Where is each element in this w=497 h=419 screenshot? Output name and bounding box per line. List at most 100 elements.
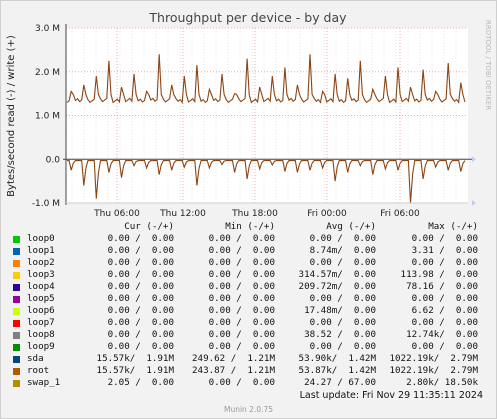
legend-swatch xyxy=(13,248,20,255)
x-tick-label: Fri 06:00 xyxy=(380,209,420,219)
legend-cur: 15.57k/ 1.91M xyxy=(96,365,174,376)
legend-row: loop9 0.00 / 0.00 0.00 / 0.00 0.00 / 0.00 0.… xyxy=(0,341,497,353)
legend-max: 12.74k/ 0.00 xyxy=(406,329,478,340)
legend-avg: 0.00 / 0.00 xyxy=(309,317,376,328)
legend-row: loop5 0.00 / 0.00 0.00 / 0.00 0.00 / 0.00 0.… xyxy=(0,293,497,305)
legend-max: 2.80k/ 18.50k xyxy=(406,377,478,388)
legend-cur: 0.00 / 0.00 xyxy=(107,281,174,292)
legend-max: 1022.19k/ 2.79M xyxy=(389,353,478,364)
legend-row: loop6 0.00 / 0.00 0.00 / 0.00 17.48m/ 0.00 6… xyxy=(0,305,497,317)
legend-header: Cur (-/+) Min (-/+) Avg (-/+) Max (-/+) xyxy=(0,221,497,233)
legend-row: loop1 0.00 / 0.00 0.00 / 0.00 8.74m/ 0.00 3.… xyxy=(0,245,497,257)
legend-row: loop2 0.00 / 0.00 0.00 / 0.00 0.00 / 0.00 0.… xyxy=(0,257,497,269)
legend-min: 0.00 / 0.00 xyxy=(208,257,275,268)
legend-max: 0.00 / 0.00 xyxy=(411,317,478,328)
legend-max: 6.62 / 0.00 xyxy=(411,305,478,316)
legend-min: 0.00 / 0.00 xyxy=(208,305,275,316)
legend-avg: 53.87k/ 1.42M xyxy=(298,365,376,376)
last-update: Last update: Fri Nov 29 11:35:11 2024 xyxy=(299,390,483,401)
legend-max: 0.00 / 0.00 xyxy=(411,257,478,268)
legend-name: loop5 xyxy=(27,293,55,304)
legend-row: loop4 0.00 / 0.00 0.00 / 0.00 209.72m/ 0.00… xyxy=(0,281,497,293)
legend-swatch xyxy=(13,380,20,387)
legend-min: 0.00 / 0.00 xyxy=(208,329,275,340)
y-tick-label: 2.0 M xyxy=(35,68,60,78)
legend-swatch xyxy=(13,236,20,243)
legend-header-cur: Cur (-/+) xyxy=(124,221,174,232)
y-tick-label: -1.0 M xyxy=(32,199,60,209)
legend-name: loop3 xyxy=(27,269,55,280)
legend-min: 0.00 / 0.00 xyxy=(208,341,275,352)
legend-swatch xyxy=(13,272,20,279)
bottom-arrow xyxy=(472,200,476,206)
x-tick-label: Thu 18:00 xyxy=(231,209,278,219)
legend-cur: 0.00 / 0.00 xyxy=(107,317,174,328)
legend-swatch xyxy=(13,284,20,291)
y-tick-label: 1.0 M xyxy=(35,112,60,122)
legend-rows: loop0 0.00 / 0.00 0.00 / 0.00 0.00 / 0.00 0.… xyxy=(0,233,497,389)
legend-avg: 0.00 / 0.00 xyxy=(309,233,376,244)
legend-row: swap_1 2.05 / 0.00 0.00 / 0.00 24.27 / 67.0… xyxy=(0,377,497,389)
legend-avg: 0.00 / 0.00 xyxy=(309,257,376,268)
legend-avg: 314.57m/ 0.00 xyxy=(298,269,376,280)
legend-name: loop4 xyxy=(27,281,55,292)
legend-cur: 0.00 / 0.00 xyxy=(107,245,174,256)
legend-row: loop3 0.00 / 0.00 0.00 / 0.00 314.57m/ 0.00… xyxy=(0,269,497,281)
legend-cur: 0.00 / 0.00 xyxy=(107,269,174,280)
y-tick-label: 0.0 xyxy=(46,155,61,165)
legend-avg: 53.90k/ 1.42M xyxy=(298,353,376,364)
legend-min: 0.00 / 0.00 xyxy=(208,317,275,328)
legend-name: loop8 xyxy=(27,329,55,340)
legend-cur: 0.00 / 0.00 xyxy=(107,293,174,304)
legend-name: sda xyxy=(27,353,44,364)
legend-avg: 24.27 / 67.00 xyxy=(304,377,376,388)
legend-swatch xyxy=(13,356,20,363)
legend-swatch xyxy=(13,368,20,375)
legend-cur: 0.00 / 0.00 xyxy=(107,233,174,244)
rrdtool-watermark: RRDTOOL / TOBI OETIKER xyxy=(484,20,492,110)
legend-min: 0.00 / 0.00 xyxy=(208,233,275,244)
legend-max: 1022.19k/ 2.79M xyxy=(389,365,478,376)
legend-swatch xyxy=(13,344,20,351)
legend-row: loop8 0.00 / 0.00 0.00 / 0.00 38.52 / 0.00 1… xyxy=(0,329,497,341)
legend-row: sda 15.57k/ 1.91M 249.62 / 1.21M 53.90k/ 1.… xyxy=(0,353,497,365)
y-axis-label: Bytes/second read (-) / write (+) xyxy=(6,35,17,197)
throughput-chart: Throughput per device - by day Bytes/sec… xyxy=(6,10,492,219)
legend-max: 0.00 / 0.00 xyxy=(411,233,478,244)
legend-cur: 0.00 / 0.00 xyxy=(107,341,174,352)
legend-row: root 15.57k/ 1.91M 243.87 / 1.21M 53.87k/ 1… xyxy=(0,365,497,377)
legend-cur: 2.05 / 0.00 xyxy=(107,377,174,388)
legend-min: 0.00 / 0.00 xyxy=(208,269,275,280)
legend-name: swap_1 xyxy=(27,377,61,388)
legend-header-min: Min (-/+) xyxy=(225,221,275,232)
legend-table: Cur (-/+) Min (-/+) Avg (-/+) Max (-/+) … xyxy=(0,221,497,389)
legend-cur: 0.00 / 0.00 xyxy=(107,305,174,316)
legend-max: 0.00 / 0.00 xyxy=(411,293,478,304)
legend-avg: 8.74m/ 0.00 xyxy=(309,245,376,256)
x-axis-arrow xyxy=(472,156,476,163)
legend-name: loop0 xyxy=(27,233,55,244)
y-tick-label: 3.0 M xyxy=(35,24,60,34)
legend-swatch xyxy=(13,296,20,303)
legend-avg: 17.48m/ 0.00 xyxy=(304,305,376,316)
legend-header-avg: Avg (-/+) xyxy=(326,221,376,232)
legend-cur: 0.00 / 0.00 xyxy=(107,257,174,268)
legend-min: 0.00 / 0.00 xyxy=(208,377,275,388)
munin-version: Munin 2.0.75 xyxy=(223,405,274,414)
legend-avg: 38.52 / 0.00 xyxy=(304,329,376,340)
legend-min: 0.00 / 0.00 xyxy=(208,245,275,256)
legend-min: 249.62 / 1.21M xyxy=(192,353,275,364)
legend-name: loop9 xyxy=(27,341,55,352)
legend-cur: 0.00 / 0.00 xyxy=(107,329,174,340)
legend-avg: 0.00 / 0.00 xyxy=(309,341,376,352)
legend-header-max: Max (-/+) xyxy=(428,221,478,232)
legend-avg: 209.72m/ 0.00 xyxy=(298,281,376,292)
legend-max: 78.16 / 0.00 xyxy=(406,281,478,292)
legend-row: loop0 0.00 / 0.00 0.00 / 0.00 0.00 / 0.00 0.… xyxy=(0,233,497,245)
legend-name: loop6 xyxy=(27,305,55,316)
legend-name: loop7 xyxy=(27,317,55,328)
legend-max: 113.98 / 0.00 xyxy=(400,269,478,280)
legend-name: loop1 xyxy=(27,245,55,256)
legend-row: loop7 0.00 / 0.00 0.00 / 0.00 0.00 / 0.00 0.… xyxy=(0,317,497,329)
legend-min: 0.00 / 0.00 xyxy=(208,281,275,292)
